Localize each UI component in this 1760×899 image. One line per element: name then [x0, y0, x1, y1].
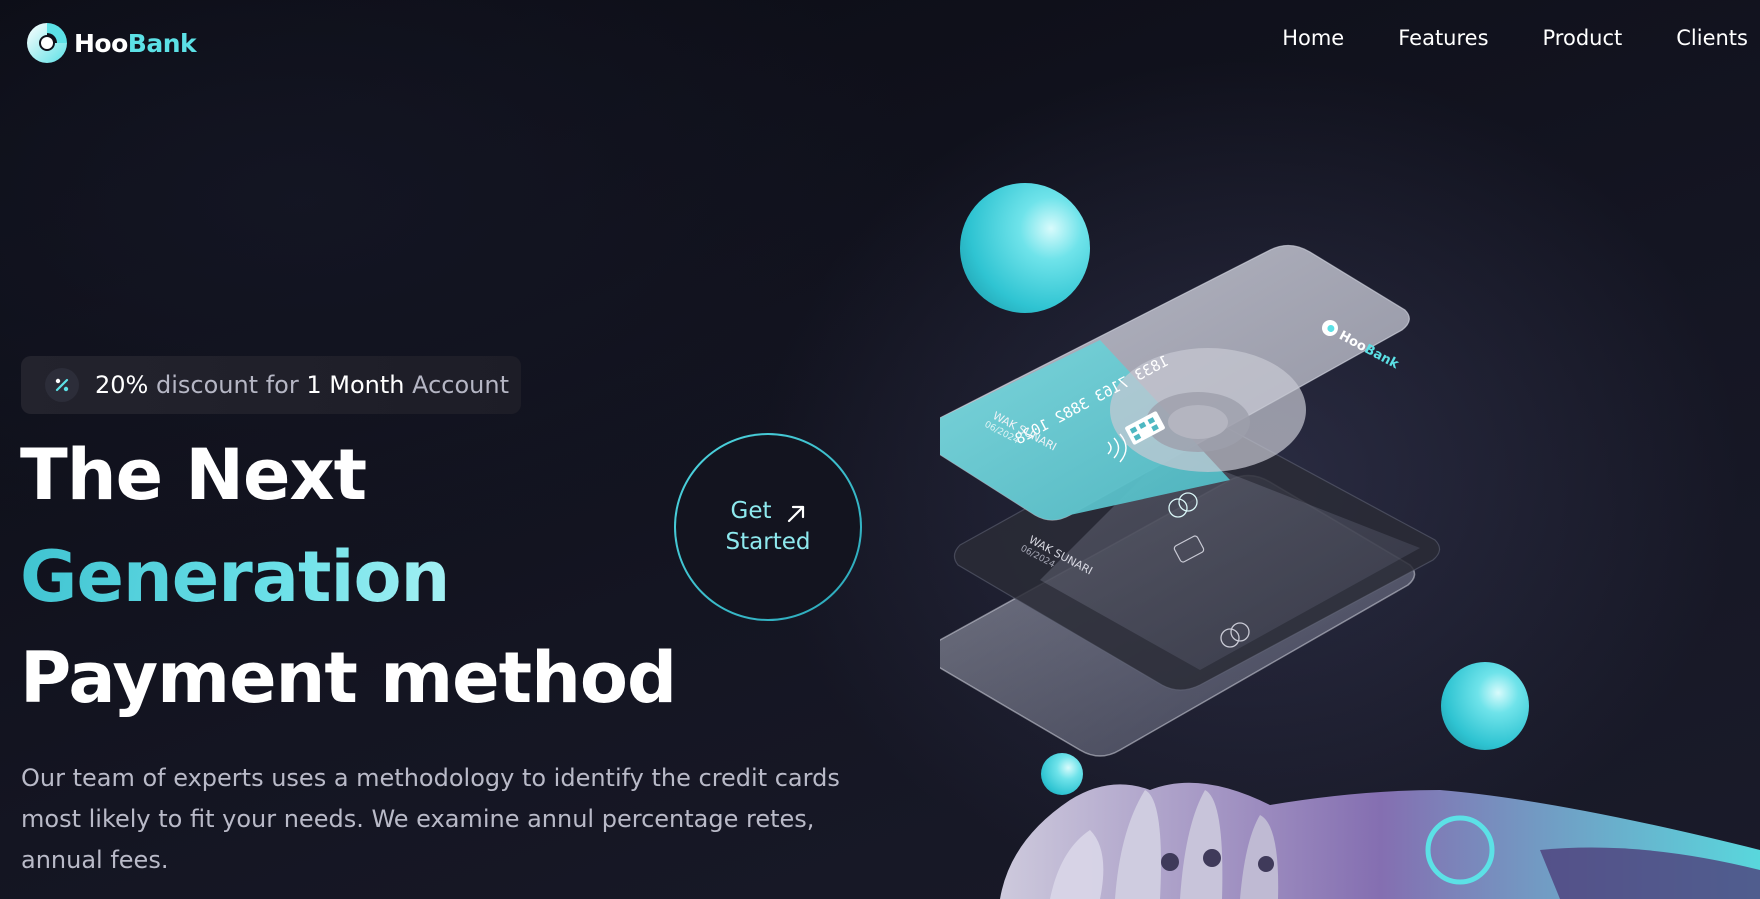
get-started-button[interactable]: Get Started [674, 433, 862, 621]
get-started-inner: Get Started [676, 435, 860, 619]
arrow-up-right-icon [786, 502, 806, 522]
get-started-line1-row: Get [731, 496, 806, 527]
hero-title-line1: The Next [20, 434, 367, 516]
get-started-line1: Get [730, 498, 772, 524]
cards-graphic: WAK SUNARI 06/2024 1833 7163 3882 1028 H… [940, 244, 1760, 899]
logo[interactable]: HooBank [24, 20, 197, 66]
nav-clients[interactable]: Clients [1676, 26, 1748, 50]
hero-description: Our team of experts uses a methodology t… [21, 764, 840, 874]
logo-text-part1: Hoo [74, 28, 128, 58]
hero-title-line2: Generation [20, 536, 450, 618]
discount-text-part1: discount for [148, 371, 307, 399]
get-started-line2-row: Started [726, 527, 811, 558]
card-top: 1833 7163 3882 1028 HooBank WAK SUNARI 0… [940, 244, 1410, 521]
nav-home[interactable]: Home [1282, 26, 1344, 50]
discount-text: 20% discount for 1 Month Account [95, 371, 509, 399]
discount-icon [45, 368, 79, 402]
nav-links: Home Features Product Clients [1228, 26, 1748, 50]
logo-text: HooBank [74, 28, 197, 58]
discount-text-part2: Account [404, 371, 510, 399]
nav-features[interactable]: Features [1398, 26, 1488, 50]
logo-icon [24, 20, 70, 66]
discount-percent: 20% [95, 371, 149, 399]
discount-duration: 1 Month [306, 371, 405, 399]
get-started-line2: Started [725, 529, 811, 555]
nav-product[interactable]: Product [1543, 26, 1623, 50]
hero-illustration: WAK SUNARI 06/2024 1833 7163 3882 1028 H… [940, 150, 1760, 899]
hero-title-line3: Payment method [20, 637, 677, 719]
logo-text-part2: Bank [127, 28, 197, 58]
navbar: HooBank Home Features Product Clients [0, 0, 1760, 90]
robot-hand [1000, 782, 1760, 899]
discount-badge: 20% discount for 1 Month Account [21, 356, 521, 414]
